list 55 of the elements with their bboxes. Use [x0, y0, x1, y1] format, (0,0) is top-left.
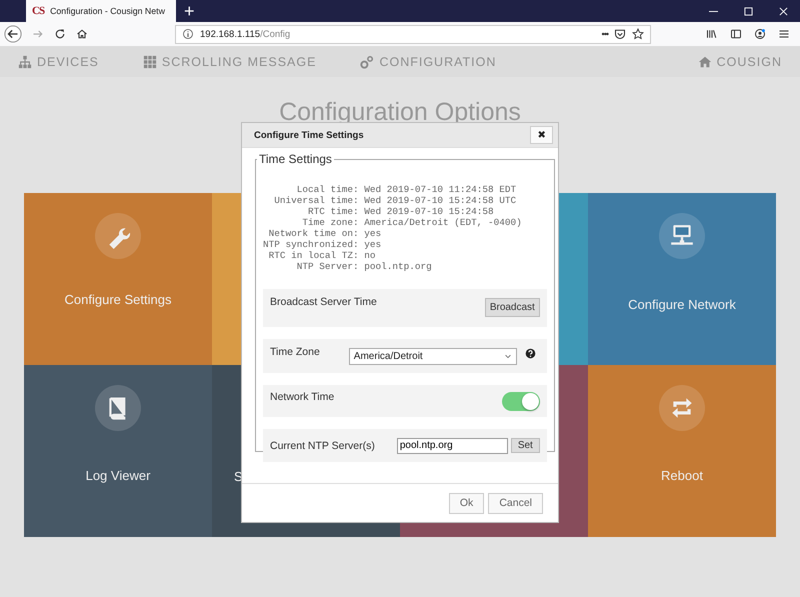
- ntp-server-field[interactable]: pool.ntp.org: [396, 438, 508, 454]
- status-line: Network time on: yes: [268, 228, 382, 239]
- tile-label: Log Viewer: [86, 468, 150, 483]
- sitemap-icon: [18, 55, 32, 69]
- status-line: RTC time: Wed 2019-07-10 15:24:58: [307, 206, 495, 217]
- page-heading: Configuration Options: [279, 97, 521, 127]
- grid-icon: [142, 55, 157, 69]
- status-line: NTP Server: pool.ntp.org: [296, 261, 433, 272]
- setting-label: Broadcast Server Time: [270, 296, 377, 308]
- setting-label: Current NTP Server(s): [270, 440, 375, 452]
- back-icon[interactable]: [4, 25, 22, 43]
- dialog-title: Configure Time Settings: [254, 130, 364, 140]
- tab-title: Configuration - Cousign Netw: [50, 6, 165, 16]
- setting-label: Network Time: [270, 391, 334, 403]
- sidebar-icon[interactable]: [730, 28, 742, 40]
- home-icon: [698, 55, 712, 69]
- toggle-switch[interactable]: [502, 392, 540, 410]
- pocket-icon[interactable]: [614, 28, 626, 40]
- status-line: NTP synchronized: yes: [263, 239, 382, 250]
- menu-icon[interactable]: [778, 28, 790, 40]
- home-icon[interactable]: [76, 28, 88, 40]
- setting-label: Time Zone: [270, 346, 320, 358]
- close-button[interactable]: ✖: [530, 126, 553, 144]
- page-actions-button[interactable]: •••: [602, 29, 608, 39]
- star-icon[interactable]: [632, 28, 644, 40]
- close-icon[interactable]: [779, 6, 788, 16]
- maximize-icon[interactable]: [744, 6, 753, 16]
- browser-tab[interactable]: CS Configuration - Cousign Netw: [26, 0, 176, 22]
- chevron-icon: [504, 352, 512, 360]
- info-icon[interactable]: [182, 28, 194, 40]
- url-path: /Config: [260, 28, 290, 40]
- status-line: Universal time: Wed 2019-07-10 15:24:58 UTC: [273, 195, 518, 206]
- set-button[interactable]: Set: [510, 438, 540, 453]
- tile-card[interactable]: Log Viewer: [24, 365, 212, 537]
- status-line: Time zone: America/Detroit (EDT, -0400): [301, 217, 523, 228]
- dialog-button[interactable]: Cancel: [488, 492, 543, 514]
- group-legend: Time Settings: [257, 152, 334, 166]
- favicon: CS: [32, 5, 44, 17]
- account-icon[interactable]: [754, 28, 766, 40]
- status-line: Local time: Wed 2019-07-10 11:24:58 EDT: [296, 184, 518, 195]
- gears-icon: [360, 55, 374, 69]
- url-host: 192.168.1.115: [200, 28, 260, 40]
- reload-icon[interactable]: [54, 28, 66, 40]
- tile-label: Configure Network: [628, 297, 736, 312]
- time-zone-select[interactable]: America/Detroit: [348, 348, 517, 364]
- library-icon[interactable]: [706, 28, 718, 40]
- dialog-button[interactable]: Ok: [448, 492, 484, 514]
- tile-label: Configure Settings: [64, 292, 172, 307]
- new-tab-button[interactable]: +: [184, 0, 195, 22]
- status-line: RTC in local TZ: no: [268, 250, 377, 261]
- help-icon[interactable]: [524, 348, 536, 358]
- address-bar[interactable]: 192.168.1.115/Config •••: [175, 24, 651, 44]
- tile-card[interactable]: Configure Network: [588, 193, 776, 365]
- tile-label: Reboot: [661, 468, 703, 483]
- broadcast-button[interactable]: Broadcast: [484, 298, 540, 317]
